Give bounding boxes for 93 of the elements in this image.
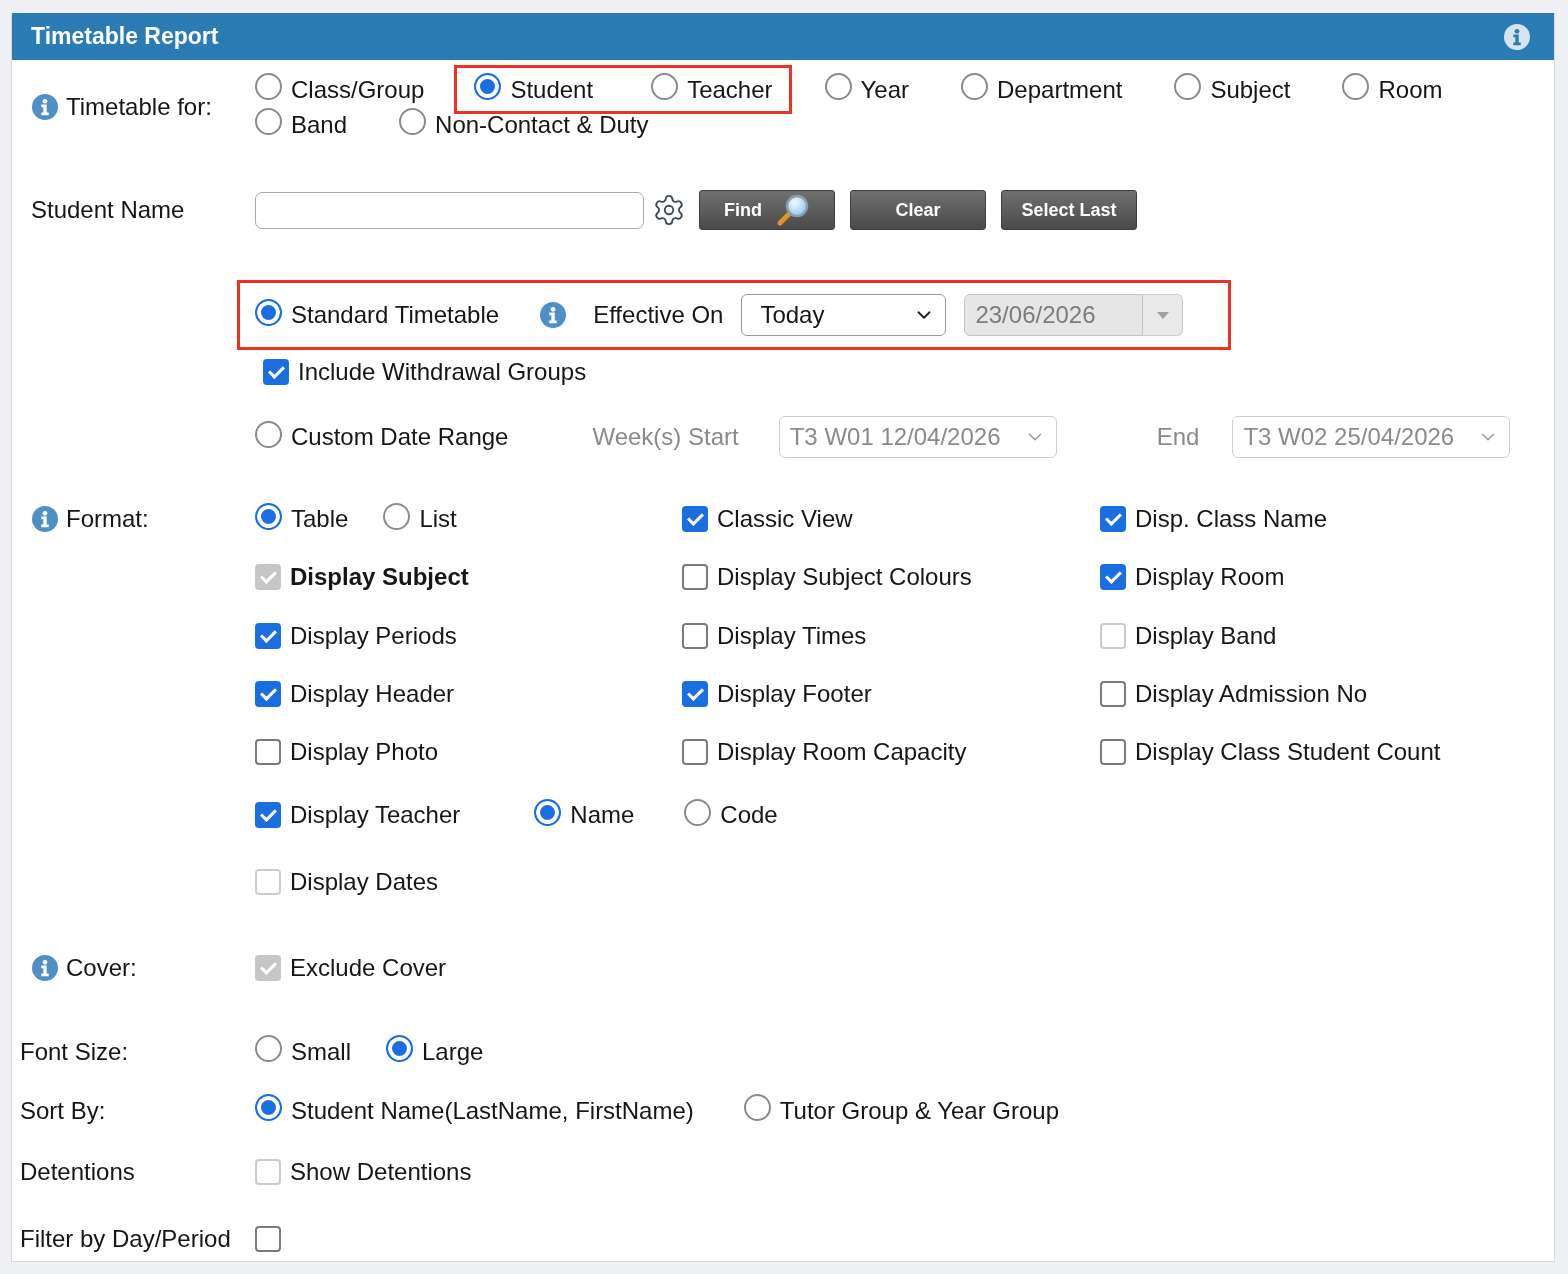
checkbox[interactable] — [1100, 681, 1126, 707]
radio-label[interactable]: Non-Contact & Duty — [435, 110, 649, 139]
checkbox-label[interactable]: Display Admission No — [1135, 680, 1368, 708]
field-label: Cover: — [66, 953, 137, 982]
info-icon[interactable] — [540, 302, 567, 328]
radio-button[interactable] — [255, 1035, 282, 1062]
date-dropdown-button[interactable] — [1143, 294, 1184, 336]
field-label: Week(s) Start — [592, 423, 739, 451]
radio-button[interactable] — [255, 420, 282, 448]
checkbox-label[interactable]: Display Photo — [290, 738, 439, 766]
radio-label[interactable]: Teacher — [687, 75, 773, 104]
checkbox[interactable] — [682, 681, 708, 707]
checkbox-label[interactable]: Display Room Capacity — [717, 738, 967, 766]
checkbox[interactable] — [263, 358, 289, 385]
info-icon[interactable] — [32, 94, 58, 120]
caret-down-icon — [1156, 311, 1169, 319]
radio-label[interactable]: Class/Group — [291, 75, 425, 104]
find-button[interactable]: Find — [699, 190, 835, 230]
radio-label[interactable]: Room — [1378, 75, 1443, 104]
checkbox-label[interactable]: Include Withdrawal Groups — [298, 357, 587, 386]
radio-button[interactable] — [255, 108, 282, 135]
checkbox[interactable] — [1100, 564, 1126, 590]
checkbox[interactable] — [255, 681, 281, 707]
checkbox-label[interactable]: Display Room — [1135, 563, 1285, 591]
field-label: Font Size: — [20, 1037, 129, 1066]
radio-label[interactable]: Table — [291, 505, 349, 533]
checkbox[interactable] — [682, 739, 708, 765]
radio-button[interactable] — [1342, 73, 1370, 100]
magnifier-icon — [776, 193, 810, 227]
radio-label[interactable]: Custom Date Range — [291, 423, 509, 451]
radio-label[interactable]: Tutor Group & Year Group — [779, 1096, 1060, 1125]
checkbox-label[interactable]: Display Subject Colours — [717, 563, 972, 591]
student-name-field[interactable] — [255, 191, 644, 229]
radio-label[interactable]: Subject — [1210, 75, 1291, 104]
radio-label[interactable]: Band — [291, 110, 348, 139]
field-label: Format: — [66, 505, 149, 533]
info-icon[interactable] — [32, 954, 58, 981]
action-button[interactable]: Clear — [850, 190, 986, 230]
field-label: Student Name — [31, 196, 185, 224]
field-label: Filter by Day/Period — [20, 1224, 231, 1253]
radio-label[interactable]: Student — [510, 75, 594, 104]
radio-button[interactable] — [1174, 73, 1202, 100]
radio-button[interactable] — [383, 502, 411, 530]
radio-label[interactable]: Small — [291, 1037, 351, 1066]
field-label: Detentions — [20, 1157, 135, 1186]
radio-button[interactable] — [534, 798, 562, 826]
field-label: Sort By: — [20, 1096, 106, 1125]
radio-label[interactable]: Student Name(LastName, FirstName) — [291, 1096, 694, 1125]
settings-icon[interactable] — [652, 193, 686, 227]
checkbox-label[interactable]: Display Header — [290, 680, 455, 708]
field-label: Effective On — [593, 301, 724, 329]
checkbox[interactable] — [255, 802, 281, 828]
radio-label[interactable]: Large — [422, 1037, 484, 1066]
radio-button[interactable] — [651, 73, 679, 100]
checkbox[interactable] — [255, 739, 281, 765]
radio-button[interactable] — [255, 1094, 282, 1121]
radio-button[interactable] — [824, 73, 852, 100]
radio-button[interactable] — [961, 73, 988, 100]
checkbox[interactable] — [255, 1225, 281, 1252]
radio-label[interactable]: Code — [720, 801, 778, 829]
radio-button[interactable] — [743, 1094, 771, 1121]
radio-label[interactable]: Department — [997, 75, 1123, 104]
checkbox-label[interactable]: Display Footer — [717, 680, 872, 708]
checkbox[interactable] — [1100, 506, 1126, 532]
info-icon[interactable] — [32, 506, 58, 532]
action-button[interactable]: Select Last — [1001, 190, 1137, 230]
radio-label[interactable]: Standard Timetable — [291, 301, 500, 329]
radio-label[interactable]: Name — [570, 801, 635, 829]
checkbox[interactable] — [682, 506, 708, 532]
radio-button[interactable] — [255, 298, 282, 326]
radio-button[interactable] — [474, 73, 502, 100]
checkbox[interactable] — [682, 564, 708, 590]
checkbox[interactable] — [255, 622, 281, 649]
checkbox-label[interactable]: Display Teacher — [290, 801, 461, 829]
field-label: Timetable for: — [66, 93, 212, 121]
checkbox[interactable] — [682, 622, 708, 649]
radio-button[interactable] — [684, 798, 712, 826]
radio-button[interactable] — [255, 502, 282, 530]
radio-label[interactable]: List — [419, 505, 457, 533]
radio-button[interactable] — [399, 108, 427, 135]
checkbox-label[interactable]: Disp. Class Name — [1135, 505, 1328, 533]
field-label: End — [1156, 423, 1200, 451]
checkbox[interactable] — [1100, 739, 1126, 765]
checkbox-label[interactable]: Display Periods — [290, 621, 457, 650]
info-icon[interactable] — [1504, 23, 1530, 50]
radio-label[interactable]: Year — [860, 75, 909, 104]
checkbox-label[interactable]: Display Times — [717, 621, 867, 650]
effective-on-dropdown[interactable]: Today — [741, 294, 947, 336]
radio-button[interactable] — [255, 73, 282, 100]
window-title: Timetable Report — [31, 23, 219, 50]
radio-button[interactable] — [386, 1035, 413, 1062]
checkbox-label[interactable]: Display Class Student Count — [1135, 738, 1441, 766]
checkbox-label[interactable]: Classic View — [717, 505, 853, 533]
